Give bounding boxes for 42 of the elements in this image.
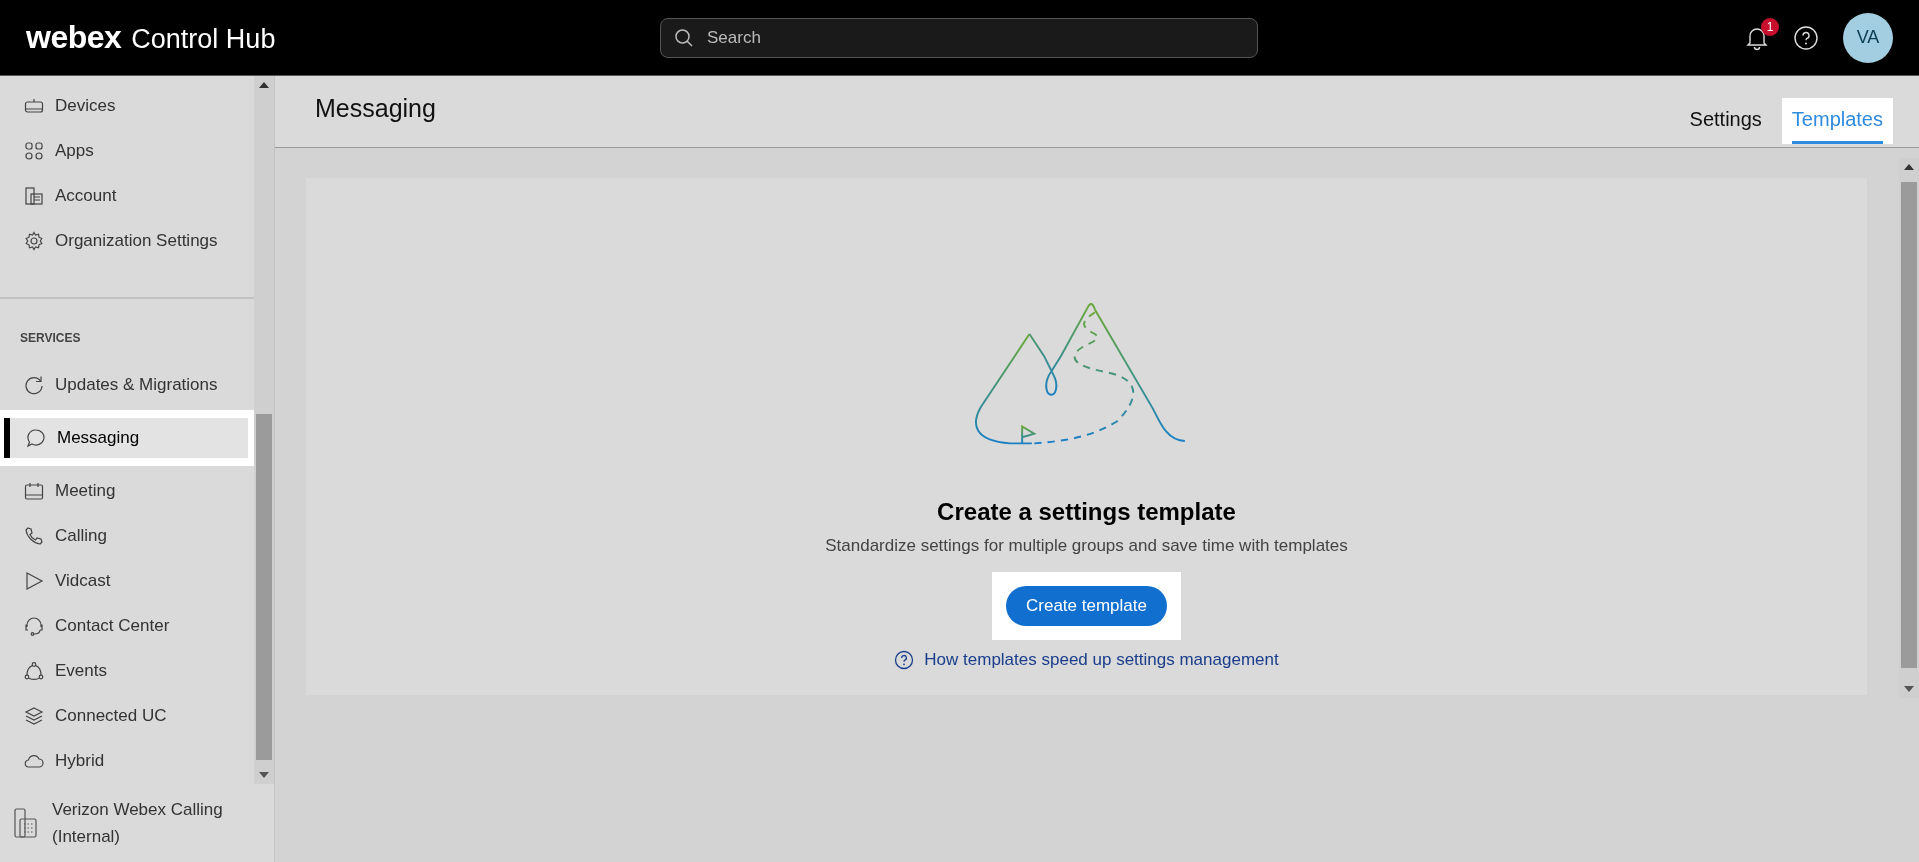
empty-state-description: Standardize settings for multiple groups and save time with templates	[825, 536, 1348, 556]
refresh-icon	[24, 375, 44, 395]
logo: webex	[26, 19, 122, 56]
sidebar-item[interactable]: Account	[4, 176, 248, 216]
devices-icon	[24, 96, 44, 116]
section-heading: SERVICES	[19, 331, 82, 345]
phone-icon	[24, 526, 44, 546]
apps-icon	[24, 141, 44, 161]
network-icon	[24, 661, 44, 681]
sidebar-item[interactable]: Meeting	[4, 471, 248, 511]
organization-name[interactable]: Verizon Webex Calling (Internal)	[52, 796, 260, 850]
building-icon	[14, 807, 38, 839]
page-title: Messaging	[315, 94, 436, 123]
avatar[interactable]: VA	[1843, 12, 1893, 63]
scrollbar[interactable]	[1899, 158, 1919, 698]
sidebar-item[interactable]: Apps	[4, 131, 248, 171]
sidebar-item[interactable]: Vidcast	[4, 561, 248, 601]
sidebar-item[interactable]: Hybrid	[4, 741, 248, 781]
empty-state-title: Create a settings template	[937, 498, 1236, 526]
sidebar-item[interactable]: Events	[4, 651, 248, 691]
sidebar-item[interactable]: Calling	[4, 516, 248, 556]
tab[interactable]: Settings	[1689, 98, 1762, 144]
layers-icon	[24, 706, 44, 726]
calendar-icon	[24, 481, 44, 501]
help-icon	[894, 650, 915, 670]
sidebar-item[interactable]: Contact Center	[4, 606, 248, 646]
headset-icon	[24, 616, 44, 636]
settings-icon	[24, 231, 44, 251]
chat-icon	[26, 428, 46, 448]
create-template-button[interactable]: Create template	[1006, 586, 1167, 626]
sidebar-item[interactable]: Devices	[4, 86, 248, 126]
product-name: Control Hub	[131, 24, 276, 55]
play-icon	[24, 571, 44, 591]
help-icon[interactable]	[1793, 24, 1819, 51]
sidebar-item[interactable]: Updates & Migrations	[4, 365, 248, 405]
sidebar-item[interactable]: Connected UC	[4, 696, 248, 736]
account-icon	[24, 186, 44, 206]
notification-badge: 1	[1761, 17, 1779, 36]
search-field[interactable]: Search	[660, 17, 1258, 58]
scrollbar[interactable]	[254, 76, 274, 784]
help-link[interactable]: How templates speed up settings management	[924, 650, 1279, 670]
sidebar-item[interactable]: Organization Settings	[4, 221, 248, 261]
